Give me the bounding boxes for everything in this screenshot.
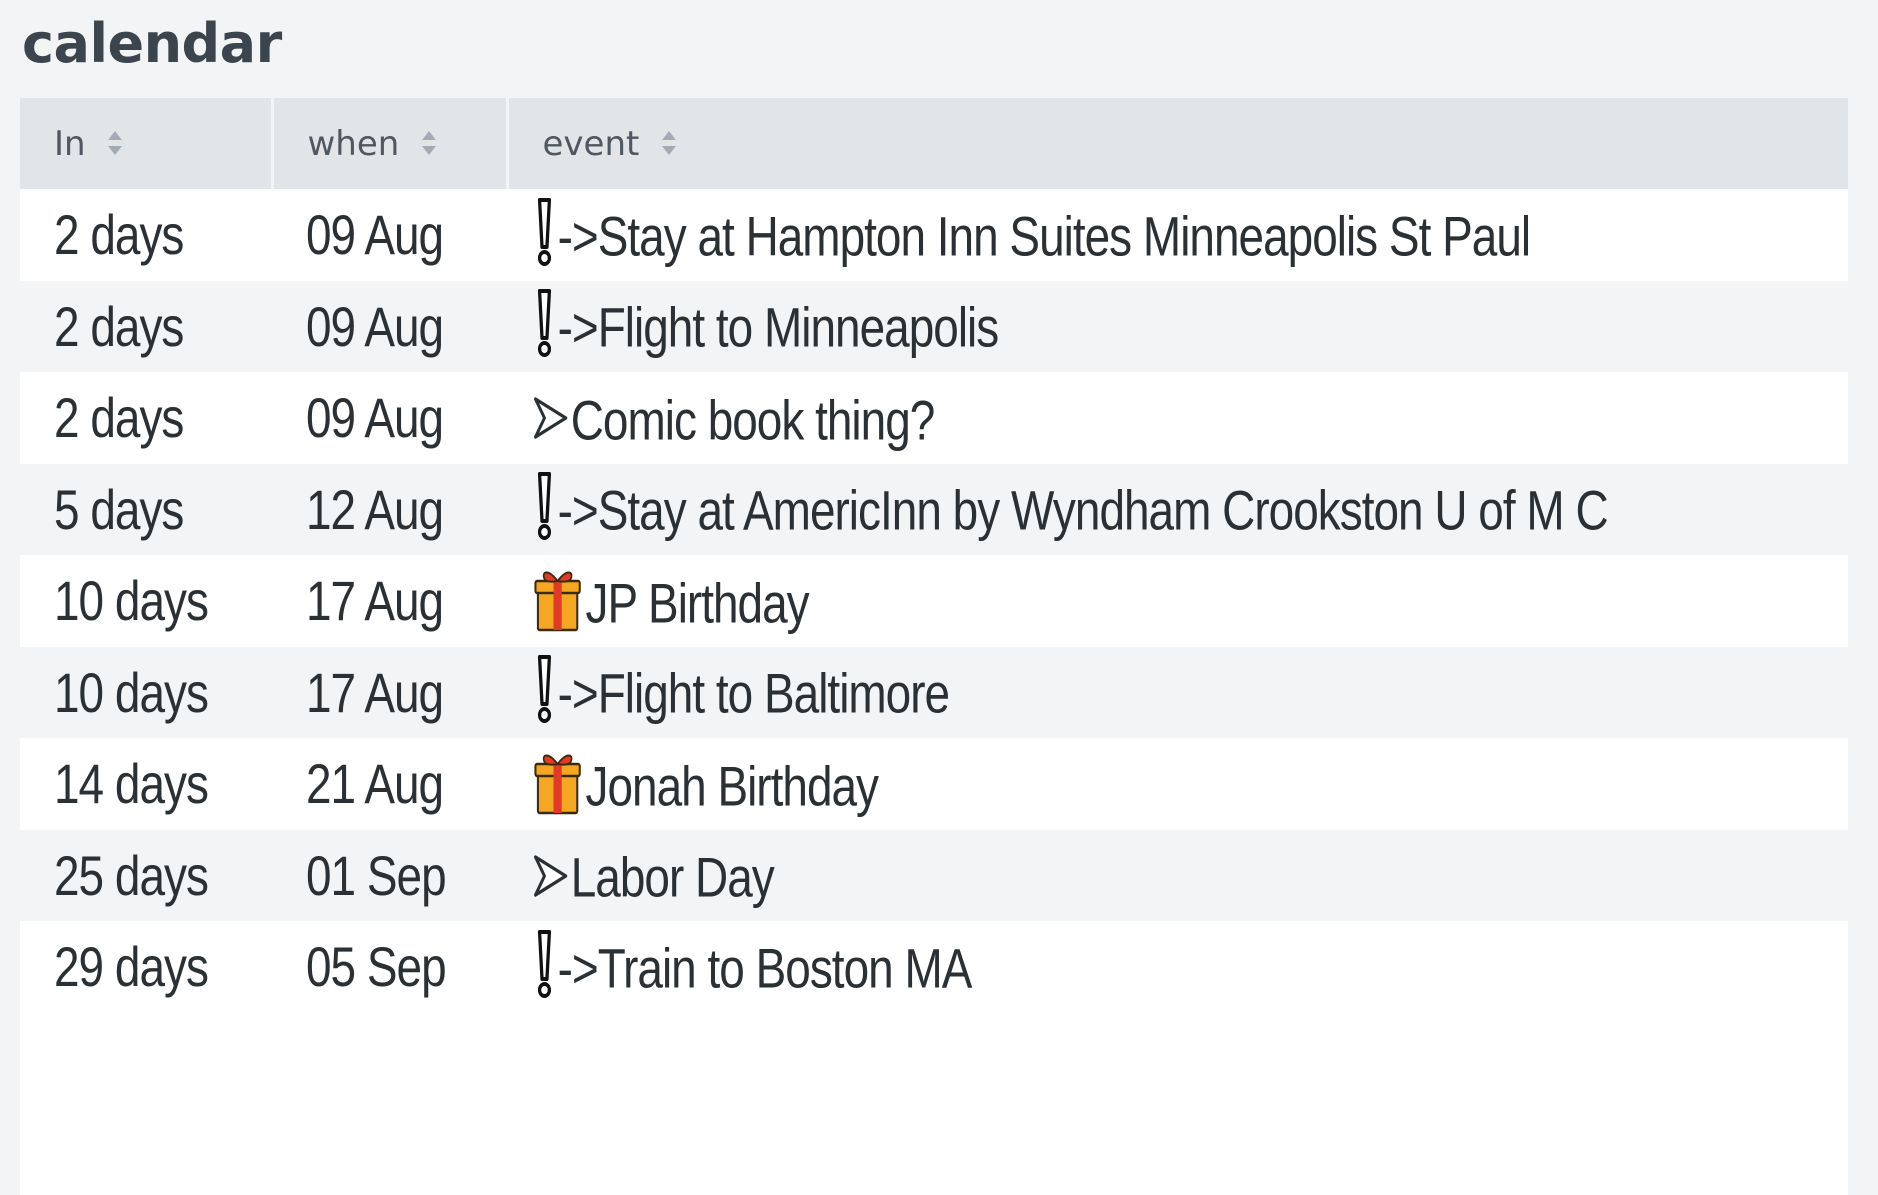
event-text: Train to Boston MA: [597, 936, 973, 1000]
cell-in: 29 days: [20, 921, 272, 1013]
cell-when-text: 05 Sep: [306, 935, 447, 999]
table-row[interactable]: 5 days 12 Aug ->Stay at AmericInn by Wyndh…: [20, 463, 1848, 555]
exclamation-icon: [537, 472, 552, 541]
cell-in-text: 2 days: [54, 294, 184, 358]
column-header-label: when: [307, 123, 400, 164]
cell-in: 2 days: [20, 280, 272, 372]
cell-when: 21 Aug: [272, 738, 507, 830]
cell-when-text: 09 Aug: [306, 294, 444, 358]
event-text: Comic book thing?: [570, 388, 936, 452]
cell-in: 25 days: [20, 829, 272, 921]
cell-when-text: 12 Aug: [306, 477, 444, 541]
cell-when: 12 Aug: [272, 463, 507, 555]
event-text: Stay at AmericInn by Wyndham Crookston U…: [597, 478, 1609, 542]
cell-in: 2 days: [20, 189, 272, 281]
cell-event: ->Stay at Hampton Inn Suites Minneapolis…: [507, 189, 1848, 281]
calendar-panel: calendar In when event 2 days 09 Aug ->S…: [0, 0, 1878, 1195]
table-row[interactable]: 2 days 09 Aug Comic book thing?: [20, 372, 1848, 464]
table-row[interactable]: 29 days 05 Sep ->Train to Boston MA: [20, 921, 1848, 1013]
cell-in-text: 10 days: [54, 660, 209, 724]
arrow-icon: [534, 397, 568, 439]
table-row[interactable]: 10 days 17 Aug JP Birthday: [20, 555, 1848, 647]
gift-icon: [534, 754, 581, 815]
column-header-label: In: [54, 123, 86, 164]
sort-icon[interactable]: [660, 128, 678, 158]
cell-when: 05 Sep: [272, 921, 507, 1013]
column-header-when[interactable]: when: [272, 98, 509, 189]
cell-when-text: 17 Aug: [306, 569, 444, 633]
table-header-row: In when event: [20, 98, 1848, 189]
event-prefix: ->: [557, 936, 599, 1000]
sort-icon[interactable]: [106, 128, 124, 158]
cell-event: Labor Day: [507, 829, 1848, 921]
table-row[interactable]: 10 days 17 Aug ->Flight to Baltimore: [20, 646, 1848, 738]
table-row[interactable]: 14 days 21 Aug Jonah Birthday: [20, 738, 1848, 830]
table-row[interactable]: 2 days 09 Aug ->Stay at Hampton Inn Suites…: [20, 189, 1848, 281]
cell-in-text: 10 days: [54, 569, 209, 633]
cell-in: 10 days: [20, 555, 272, 647]
event-prefix: ->: [557, 295, 599, 359]
event-prefix: ->: [557, 661, 599, 725]
arrow-icon: [534, 854, 568, 897]
cell-event: ->Stay at AmericInn by Wyndham Crookston…: [507, 463, 1848, 555]
cell-in-text: 29 days: [54, 935, 209, 999]
column-header-label: event: [542, 123, 640, 164]
cell-event: ->Flight to Minneapolis: [507, 280, 1848, 372]
cell-in: 10 days: [20, 646, 272, 738]
event-text: Jonah Birthday: [585, 754, 879, 818]
exclamation-icon: [537, 929, 552, 998]
cell-in-text: 2 days: [54, 386, 184, 450]
cell-in-text: 2 days: [54, 203, 184, 267]
cell-when: 01 Sep: [272, 829, 507, 921]
table-row[interactable]: 25 days 01 Sep Labor Day: [20, 829, 1848, 921]
calendar-table-wrap: In when event 2 days 09 Aug ->Stay at Ha…: [20, 98, 1848, 1195]
cell-in-text: 5 days: [54, 477, 184, 541]
event-text: JP Birthday: [585, 571, 809, 635]
cell-event: Jonah Birthday: [507, 738, 1848, 830]
cell-in: 14 days: [20, 738, 272, 830]
event-text: Stay at Hampton Inn Suites Minneapolis S…: [597, 204, 1531, 268]
calendar-table: In when event 2 days 09 Aug ->Stay at Ha…: [20, 98, 1848, 1195]
cell-event: Comic book thing?: [507, 372, 1848, 464]
table-empty-space: [20, 1012, 1848, 1195]
cell-when-text: 17 Aug: [306, 660, 444, 724]
event-prefix: ->: [557, 478, 599, 542]
cell-event: JP Birthday: [507, 555, 1848, 647]
panel-title: calendar: [22, 12, 282, 75]
gift-icon: [534, 571, 581, 632]
exclamation-icon: [537, 197, 552, 266]
cell-when: 09 Aug: [272, 372, 507, 464]
cell-when-text: 01 Sep: [306, 843, 447, 907]
cell-when: 17 Aug: [272, 646, 507, 738]
cell-when: 09 Aug: [272, 280, 507, 372]
sort-icon[interactable]: [420, 128, 438, 158]
column-header-in[interactable]: In: [20, 98, 274, 189]
event-text: Flight to Minneapolis: [597, 295, 999, 359]
cell-in-text: 14 days: [54, 752, 209, 816]
cell-in: 5 days: [20, 463, 272, 555]
table-row[interactable]: 2 days 09 Aug ->Flight to Minneapolis: [20, 280, 1848, 372]
cell-in: 2 days: [20, 372, 272, 464]
event-text: Flight to Baltimore: [597, 661, 950, 725]
cell-when-text: 09 Aug: [306, 386, 444, 450]
event-text: Labor Day: [570, 846, 775, 910]
cell-when-text: 09 Aug: [306, 203, 444, 267]
cell-when: 17 Aug: [272, 555, 507, 647]
cell-event: ->Train to Boston MA: [507, 921, 1848, 1013]
column-header-event[interactable]: event: [507, 98, 1848, 189]
cell-event: ->Flight to Baltimore: [507, 646, 1848, 738]
exclamation-icon: [537, 655, 552, 724]
exclamation-icon: [537, 289, 552, 358]
cell-when-text: 21 Aug: [306, 752, 444, 816]
cell-in-text: 25 days: [54, 843, 209, 907]
event-prefix: ->: [557, 204, 599, 268]
cell-when: 09 Aug: [272, 189, 507, 281]
